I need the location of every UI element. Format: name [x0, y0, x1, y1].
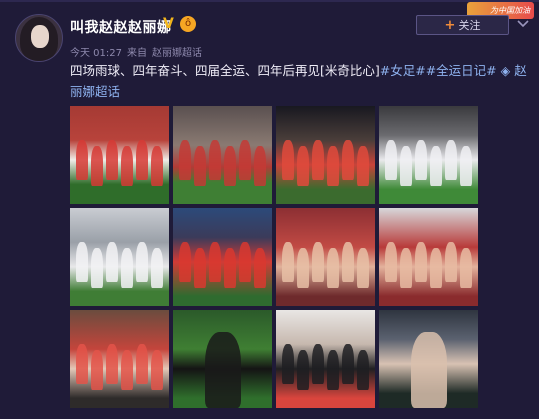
photo-interview-microphones[interactable]: [276, 310, 375, 408]
photo-grid: [70, 106, 478, 410]
plus-icon: +: [444, 17, 456, 33]
chevron-down-icon[interactable]: [516, 18, 530, 30]
photo-team-white-kit-group[interactable]: [379, 106, 478, 204]
photo-team-hug-pile[interactable]: [173, 208, 272, 306]
username[interactable]: 叫我赵赵赵丽娜: [70, 17, 172, 37]
source-link[interactable]: 赵丽娜超话: [152, 48, 202, 59]
photo-goalkeeper-portrait[interactable]: [379, 310, 478, 408]
photo-goalkeeper-heart-pose[interactable]: [173, 310, 272, 408]
photo-selfie-group-indoor[interactable]: [379, 208, 478, 306]
avatar[interactable]: [15, 14, 63, 62]
post-body: 四场雨球、四年奋斗、四届全运、四年后再见[米奇比心]: [70, 63, 380, 78]
post-time: 今天 01:27: [70, 48, 122, 59]
divider: [0, 0, 539, 2]
photo-team-celebration-red[interactable]: [70, 106, 169, 204]
follow-label: 关注: [458, 19, 481, 32]
supertopic-icon: ◈: [500, 63, 511, 78]
follow-button[interactable]: + 关注: [416, 15, 509, 35]
weibo-post: 叫我赵赵赵丽娜 V ô 今天 01:27 来自 赵丽娜超话 为中国加油 + 关注 四…: [0, 0, 539, 419]
member-badge-icon: ô: [180, 16, 196, 32]
photo-selfie-group-red[interactable]: [276, 208, 375, 306]
verified-badge-icon: V: [163, 16, 174, 32]
hashtags[interactable]: #女足##全运日记#: [380, 63, 497, 78]
photo-team-huddle-white[interactable]: [70, 208, 169, 306]
source-prefix: 来自: [127, 48, 147, 59]
post-meta: 今天 01:27 来自 赵丽娜超话: [70, 44, 207, 59]
post-text: 四场雨球、四年奋斗、四届全运、四年后再见[米奇比心]#女足##全运日记# ◈ 赵…: [70, 60, 530, 102]
photo-team-lineup-stadium[interactable]: [173, 106, 272, 204]
photo-players-medals[interactable]: [70, 310, 169, 408]
photo-team-night-celebration[interactable]: [276, 106, 375, 204]
